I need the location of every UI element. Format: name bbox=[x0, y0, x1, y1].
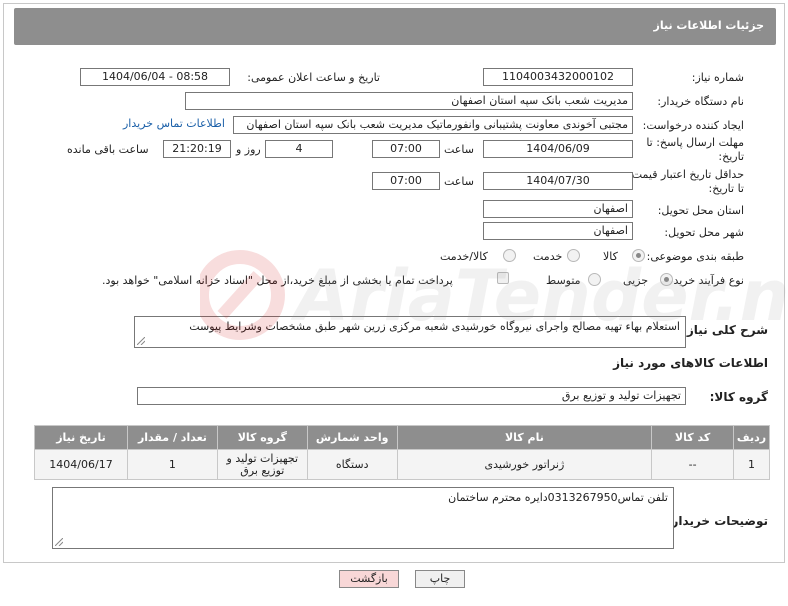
need-number-field[interactable]: 1104003432000102 bbox=[483, 68, 633, 86]
category-radio-goods[interactable] bbox=[632, 249, 645, 262]
category-label: طبقه بندی موضوعی: bbox=[646, 250, 744, 263]
cell-date: 1404/06/17 bbox=[34, 449, 128, 480]
treasury-checkbox[interactable] bbox=[497, 272, 509, 284]
price-validity-time-label: ساعت bbox=[444, 175, 474, 188]
category-radio-service[interactable] bbox=[567, 249, 580, 262]
buyer-contact-link[interactable]: اطلاعات تماس خریدار bbox=[123, 117, 225, 130]
buyer-notes-text: تلفن تماس03132679‎50دایره محترم ساختمان bbox=[448, 491, 668, 504]
goods-group-field[interactable]: تجهیزات تولید و توزیع برق bbox=[137, 387, 686, 405]
cell-qty: 1 bbox=[127, 449, 218, 480]
print-button[interactable]: چاپ bbox=[415, 570, 465, 588]
process-label: نوع فرآیند خرید : bbox=[666, 274, 744, 287]
resize-grip-icon[interactable] bbox=[55, 538, 63, 546]
price-validity-label: حداقل تاریخ اعتبار قیمت: bbox=[628, 168, 744, 181]
goods-group-label: گروه کالا: bbox=[709, 390, 768, 404]
table-row[interactable]: 1 -- ژنراتور خورشیدی دستگاه تجهیزات تولی… bbox=[34, 449, 770, 480]
col-header-group: گروه کالا bbox=[216, 425, 308, 450]
days-label: روز و bbox=[236, 143, 261, 156]
deadline-label-date: تاریخ: bbox=[718, 150, 744, 163]
remaining-days-field[interactable]: 4 bbox=[265, 140, 333, 158]
goods-section-title: اطلاعات کالاهای مورد نیاز bbox=[613, 356, 768, 370]
buyer-org-field[interactable]: مدیریت شعب بانک سپه استان اصفهان bbox=[185, 92, 633, 110]
province-field[interactable]: اصفهان bbox=[483, 200, 633, 218]
col-header-date: تاریخ نیاز bbox=[34, 425, 128, 450]
page-title: جزئیات اطلاعات نیاز bbox=[653, 19, 765, 32]
col-header-qty: تعداد / مقدار bbox=[127, 425, 218, 450]
col-header-code: کد کالا bbox=[651, 425, 735, 450]
city-field[interactable]: اصفهان bbox=[483, 222, 633, 240]
col-header-row: ردیف bbox=[733, 425, 770, 450]
deadline-time-field[interactable]: 07:00 bbox=[372, 140, 440, 158]
items-table-wrapper: ردیف کد کالا نام کالا واحد شمارش گروه کا… bbox=[34, 425, 770, 480]
resize-grip-icon[interactable] bbox=[137, 337, 145, 345]
price-validity-date-field[interactable]: 1404/07/30 bbox=[483, 172, 633, 190]
description-text: استعلام بهاء تهیه مصالح واجرای نیروگاه خ… bbox=[189, 320, 680, 333]
buyer-notes-textarea[interactable]: تلفن تماس03132679‎50دایره محترم ساختمان bbox=[52, 487, 674, 549]
process-radio-minor[interactable] bbox=[660, 273, 673, 286]
category-option-goods: کالا bbox=[603, 250, 618, 263]
price-validity-time-field[interactable]: 07:00 bbox=[372, 172, 440, 190]
description-textarea[interactable]: استعلام بهاء تهیه مصالح واجرای نیروگاه خ… bbox=[134, 316, 686, 348]
col-header-unit: واحد شمارش bbox=[306, 425, 398, 450]
announce-label: تاریخ و ساعت اعلان عمومی: bbox=[247, 71, 380, 84]
requester-label: ایجاد کننده درخواست: bbox=[642, 119, 744, 132]
process-radio-medium[interactable] bbox=[588, 273, 601, 286]
city-label: شهر محل تحویل: bbox=[664, 226, 744, 239]
buyer-org-label: نام دستگاه خریدار: bbox=[657, 95, 744, 108]
category-radio-goods-service[interactable] bbox=[503, 249, 516, 262]
deadline-label: مهلت ارسال پاسخ: تا bbox=[646, 136, 744, 149]
process-option-minor: جزیی bbox=[623, 274, 649, 287]
back-button[interactable]: بازگشت bbox=[339, 570, 399, 588]
page-header: جزئیات اطلاعات نیاز bbox=[14, 8, 776, 45]
cell-name: ژنراتور خورشیدی bbox=[396, 449, 653, 480]
deadline-date-field[interactable]: 1404/06/09 bbox=[483, 140, 633, 158]
description-label: شرح کلی نیاز: bbox=[682, 323, 768, 337]
buyer-notes-label: توضیحات خریدار: bbox=[666, 514, 768, 528]
announce-field[interactable]: 1404/06/04 - 08:58 bbox=[80, 68, 230, 86]
col-header-name: نام کالا bbox=[396, 425, 653, 450]
price-validity-label-date: تا تاریخ: bbox=[708, 182, 744, 195]
cell-row: 1 bbox=[733, 449, 770, 480]
payment-note: پرداخت تمام یا بخشی از مبلغ خرید،از محل … bbox=[102, 274, 453, 287]
deadline-time-label: ساعت bbox=[444, 143, 474, 156]
requester-field[interactable]: مجتبی آخوندی معاونت پشتیبانی وانفورماتیک… bbox=[233, 116, 633, 134]
process-option-medium: متوسط bbox=[546, 274, 581, 287]
need-number-label: شماره نیاز: bbox=[691, 71, 744, 84]
items-table: ردیف کد کالا نام کالا واحد شمارش گروه کا… bbox=[34, 425, 770, 480]
cell-group: تجهیزات تولید و توزیع برق bbox=[216, 449, 308, 480]
remaining-time-field[interactable]: 21:20:19 bbox=[163, 140, 231, 158]
table-header-row: ردیف کد کالا نام کالا واحد شمارش گروه کا… bbox=[34, 425, 770, 450]
province-label: استان محل تحویل: bbox=[657, 204, 744, 217]
remaining-label: ساعت باقی مانده bbox=[67, 143, 149, 156]
category-option-goods-service: کالا/خدمت bbox=[440, 250, 488, 263]
category-option-service: خدمت bbox=[533, 250, 563, 263]
cell-code: -- bbox=[651, 449, 735, 480]
cell-unit: دستگاه bbox=[306, 449, 398, 480]
